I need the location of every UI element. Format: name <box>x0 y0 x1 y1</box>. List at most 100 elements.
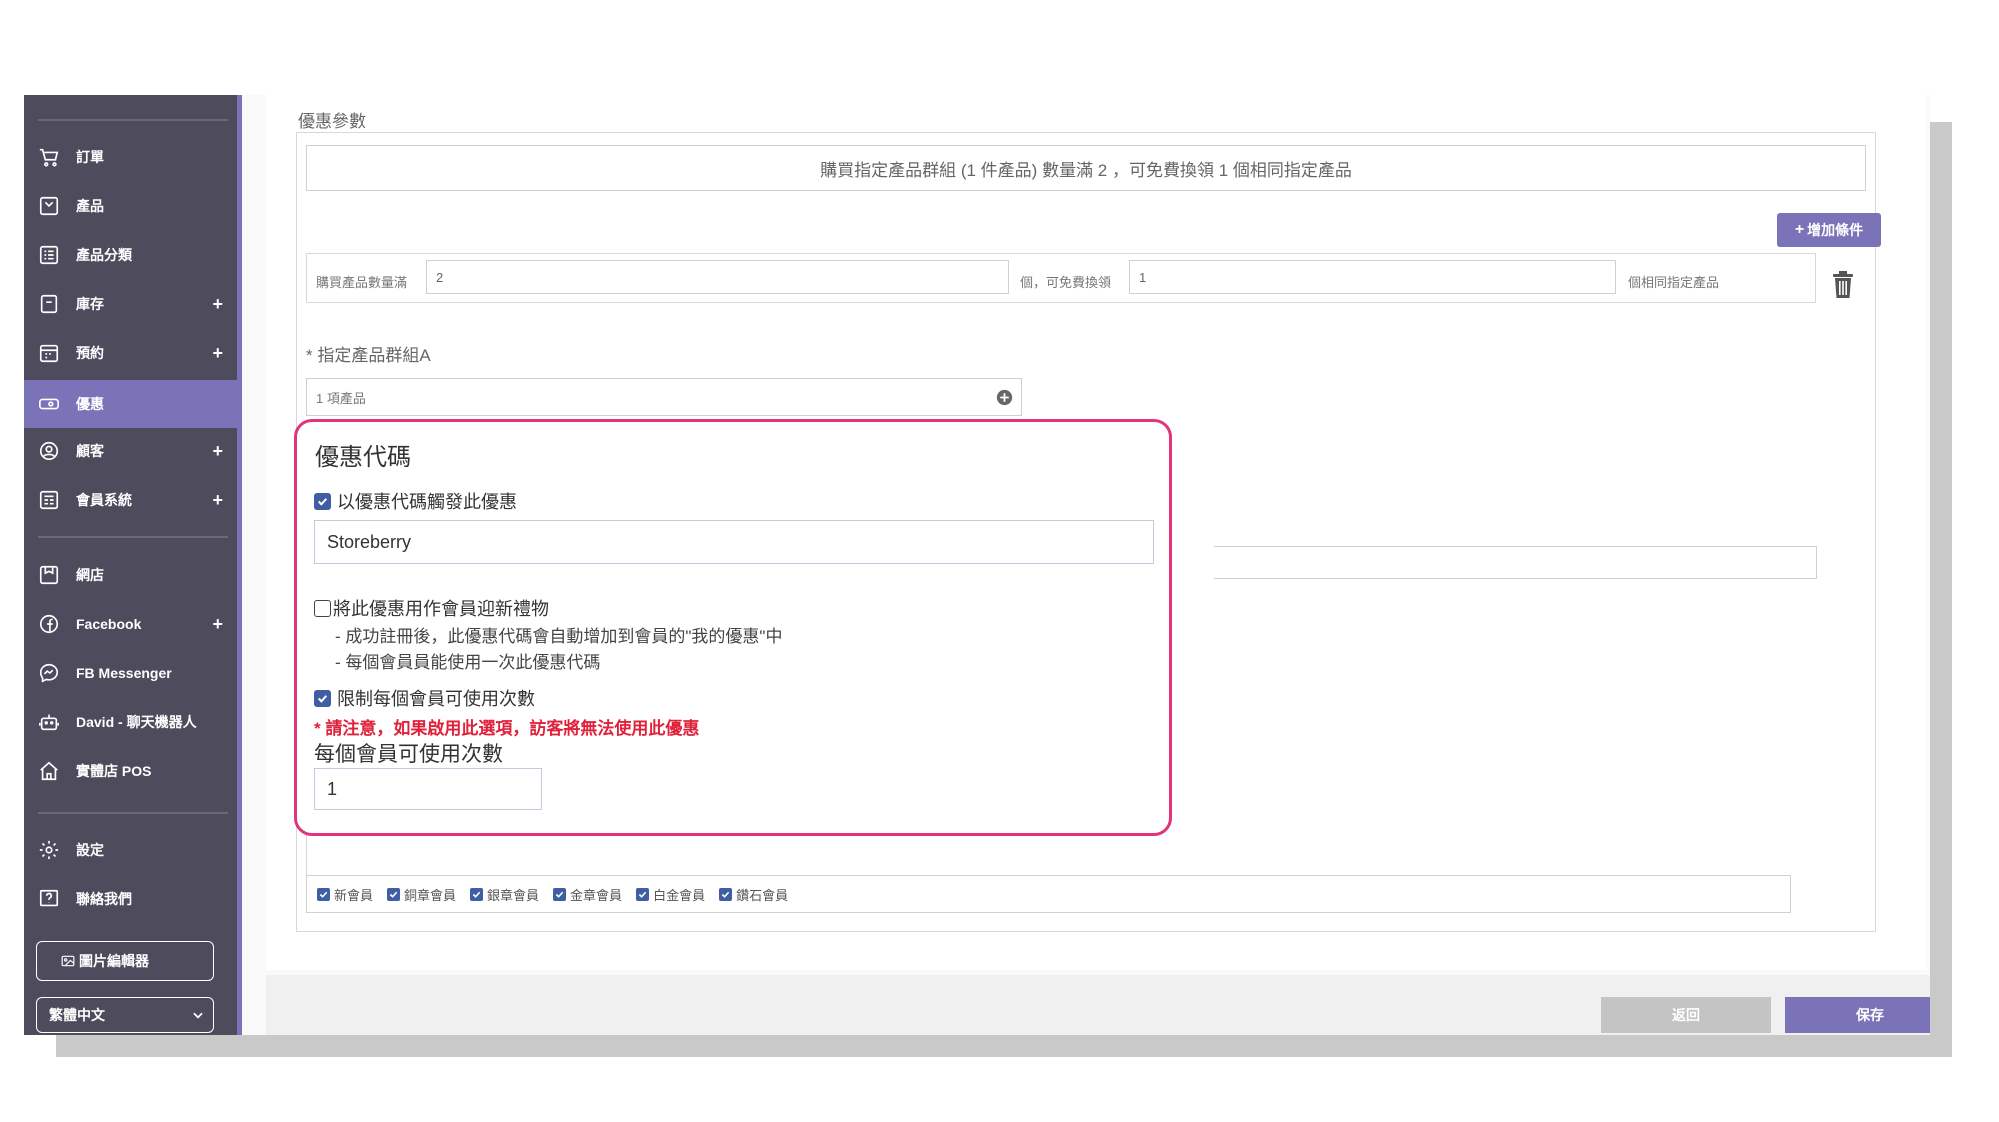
divider-line <box>306 835 307 875</box>
welcome-gift-note-2: - 每個會員員能使用一次此優惠代碼 <box>335 653 601 672</box>
uses-per-member-input[interactable]: 1 <box>314 768 542 810</box>
sidebar-item-online-store[interactable]: 網店 <box>24 553 237 597</box>
sidebar-item-inventory[interactable]: 庫存 + <box>24 282 237 326</box>
customer-icon <box>36 438 62 464</box>
tier-label: 銅章會員 <box>404 887 457 903</box>
sidebar-item-pos[interactable]: 實體店 POS <box>24 749 237 793</box>
checkbox-checked-icon <box>314 689 331 707</box>
sidebar-item-products[interactable]: 產品 <box>24 184 237 228</box>
language-value: 繁體中文 <box>49 1007 105 1023</box>
expand-plus-icon[interactable]: + <box>212 490 223 511</box>
checkbox-checked-icon <box>553 887 567 901</box>
tier-checkbox-new[interactable]: 新會員 <box>317 885 373 904</box>
membership-icon <box>36 487 62 513</box>
checkbox-checked-icon <box>317 887 330 901</box>
sidebar-item-promotions[interactable]: 優惠 <box>24 380 237 428</box>
promo-code-panel: 優惠代碼 以優惠代碼觸發此優惠 Storeberry 將此優惠用作會員迎新禮物 … <box>294 419 1172 836</box>
expand-plus-icon[interactable]: + <box>212 294 223 315</box>
sidebar-item-label: David - 聊天機器人 <box>76 714 197 730</box>
welcome-gift-label: 將此優惠用作會員迎新禮物 <box>333 599 549 619</box>
calendar-icon <box>36 340 62 366</box>
product-group-selector[interactable]: 1 項產品 <box>306 378 1022 416</box>
tier-checkbox-bronze[interactable]: 銅章會員 <box>387 885 456 904</box>
obscured-input[interactable] <box>1214 546 1817 579</box>
section-title: 優惠參數 <box>298 112 366 131</box>
sidebar-item-orders[interactable]: 訂單 <box>24 135 237 179</box>
sidebar-item-label: 實體店 POS <box>76 763 152 779</box>
add-circle-icon[interactable] <box>996 389 1013 406</box>
tier-checkbox-platinum[interactable]: 白金會員 <box>636 885 705 904</box>
add-condition-button[interactable]: + 增加條件 <box>1777 213 1881 247</box>
ticket-icon <box>36 391 62 417</box>
tier-label: 金章會員 <box>570 887 623 903</box>
sidebar-item-customers[interactable]: 顧客 + <box>24 429 237 473</box>
sidebar-item-label: 產品分類 <box>76 247 132 263</box>
sidebar-item-chatbot[interactable]: David - 聊天機器人 <box>24 700 237 744</box>
checkbox-checked-icon <box>719 887 733 901</box>
same-product-label: 個相同指定產品 <box>1628 275 1720 290</box>
checkbox-checked-icon <box>387 887 401 901</box>
free-qty-label: 個，可免費換領 <box>1020 275 1112 290</box>
sidebar: 訂單 產品 產品分類 庫存 + 預約 + 優惠 顧客 + 會員系統 + 網店 F… <box>24 95 242 1035</box>
sidebar-item-label: 網店 <box>76 567 104 583</box>
expand-plus-icon[interactable]: + <box>212 441 223 462</box>
free-qty-input[interactable]: 1 <box>1129 260 1616 294</box>
product-icon <box>36 193 62 219</box>
promo-code-heading: 優惠代碼 <box>315 444 411 471</box>
limit-uses-checkbox[interactable]: 限制每個會員可使用次數 <box>314 685 535 711</box>
expand-plus-icon[interactable]: + <box>212 343 223 364</box>
sidebar-item-label: Facebook <box>76 616 142 632</box>
promo-code-input[interactable]: Storeberry <box>314 520 1154 564</box>
sidebar-item-booking[interactable]: 預約 + <box>24 331 237 375</box>
expand-plus-icon[interactable]: + <box>212 614 223 635</box>
promo-code-trigger-checkbox[interactable]: 以優惠代碼觸發此優惠 <box>314 488 517 514</box>
sidebar-item-facebook[interactable]: Facebook + <box>24 602 237 646</box>
tier-label: 新會員 <box>334 887 374 903</box>
sidebar-item-label: 設定 <box>76 842 104 858</box>
facebook-icon <box>36 611 62 637</box>
plus-icon: + <box>1794 221 1805 238</box>
sidebar-item-fb-messenger[interactable]: FB Messenger <box>24 651 237 695</box>
checkbox-checked-icon <box>314 492 331 510</box>
gear-icon <box>36 837 62 863</box>
welcome-gift-checkbox[interactable]: 將此優惠用作會員迎新禮物 <box>314 595 549 621</box>
save-button[interactable]: 保存 <box>1785 997 1930 1033</box>
sidebar-item-settings[interactable]: 設定 <box>24 828 237 872</box>
tier-label: 鑽石會員 <box>736 887 789 903</box>
image-editor-button[interactable]: 圖片編輯器 <box>36 941 214 981</box>
sidebar-item-label: 顧客 <box>76 443 104 459</box>
language-select[interactable]: 繁體中文 <box>36 997 214 1033</box>
condition-row: 購買產品數量滿 2 個，可免費換領 1 個相同指定產品 <box>306 253 1816 303</box>
uses-per-member-label: 每個會員可使用次數 <box>314 743 503 766</box>
help-icon <box>36 886 62 912</box>
checkbox-checked-icon <box>636 887 650 901</box>
sidebar-item-label: 預約 <box>76 345 104 361</box>
sidebar-item-label: 庫存 <box>76 296 104 312</box>
sidebar-item-categories[interactable]: 產品分類 <box>24 233 237 277</box>
app-window: 訂單 產品 產品分類 庫存 + 預約 + 優惠 顧客 + 會員系統 + 網店 F… <box>24 95 1930 1035</box>
product-group-value: 1 項產品 <box>316 390 366 406</box>
store-icon <box>36 562 62 588</box>
sidebar-divider <box>38 812 228 814</box>
buy-qty-label: 購買產品數量滿 <box>316 275 408 290</box>
checkbox-unchecked-icon <box>314 599 331 617</box>
sidebar-item-label: 優惠 <box>76 396 104 412</box>
messenger-icon <box>36 660 62 686</box>
tier-checkbox-diamond[interactable]: 鑽石會員 <box>719 885 788 904</box>
back-button[interactable]: 返回 <box>1601 997 1771 1033</box>
sidebar-item-contact[interactable]: 聯絡我們 <box>24 877 237 921</box>
sidebar-item-membership[interactable]: 會員系統 + <box>24 478 237 522</box>
welcome-gift-note-1: - 成功註冊後，此優惠代碼會自動增加到會員的"我的優惠"中 <box>335 627 783 646</box>
sidebar-divider <box>38 119 228 121</box>
tier-checkbox-silver[interactable]: 銀章會員 <box>470 885 539 904</box>
sidebar-item-label: 訂單 <box>76 149 104 165</box>
checkbox-checked-icon <box>470 887 484 901</box>
sidebar-item-label: FB Messenger <box>76 665 172 681</box>
pos-icon <box>36 758 62 784</box>
trash-icon[interactable] <box>1831 271 1857 301</box>
image-icon <box>61 954 75 968</box>
tier-checkbox-gold[interactable]: 金章會員 <box>553 885 622 904</box>
buy-qty-input[interactable]: 2 <box>426 260 1009 294</box>
chatbot-icon <box>36 709 62 735</box>
product-group-label: * 指定產品群組A <box>306 346 431 365</box>
